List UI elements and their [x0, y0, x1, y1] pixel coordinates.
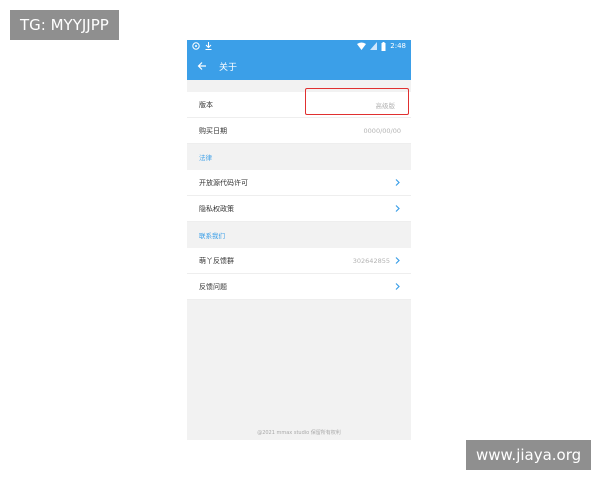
- signal-icon: [370, 41, 378, 51]
- list-item-open-source[interactable]: 开放源代码许可: [187, 170, 411, 196]
- list-item-report-issue[interactable]: 反馈问题: [187, 274, 411, 300]
- chevron-right-icon: [393, 282, 401, 292]
- open-source-label: 开放源代码许可: [199, 178, 248, 187]
- page-title: 关于: [219, 62, 238, 73]
- chevron-right-icon: [393, 204, 401, 214]
- screenshot-canvas: TG: MYYJJPP www.jiaya.org 2:48 关于 版本 高级版…: [0, 0, 600, 480]
- report-issue-label: 反馈问题: [199, 282, 227, 291]
- wifi-icon: [357, 41, 367, 51]
- status-time: 2:48: [390, 42, 406, 50]
- app-bar: 关于: [187, 52, 411, 80]
- purchase-date-label: 购买日期: [199, 126, 227, 135]
- copyright-footer: @2021 mmax studio 保留所有权利: [257, 430, 341, 436]
- list-item-feedback-group[interactable]: 萌丫反馈群 302642855: [187, 248, 411, 274]
- download-icon: [205, 41, 212, 51]
- arrow-left-icon[interactable]: [195, 59, 209, 73]
- privacy-policy-label: 隐私权政策: [199, 204, 234, 213]
- notification-icon: [192, 41, 200, 51]
- section-header-legal: 法律: [199, 154, 212, 162]
- highlight-box: [305, 88, 409, 115]
- watermark-bottom: www.jiaya.org: [466, 440, 592, 470]
- feedback-group-number: 302642855: [352, 256, 390, 265]
- chevron-right-icon: [393, 178, 401, 188]
- feedback-group-label: 萌丫反馈群: [199, 256, 234, 265]
- watermark-top: TG: MYYJJPP: [10, 10, 119, 40]
- purchase-date-row: 购买日期 0000/00/00: [187, 118, 411, 144]
- purchase-date-value: 0000/00/00: [363, 126, 401, 135]
- section-header-contact: 联系我们: [199, 232, 225, 240]
- battery-icon: [381, 41, 386, 51]
- phone-screen: 2:48 关于 版本 高级版 购买日期 0000/00/00 法律 开放源代码许…: [187, 40, 411, 440]
- list-item-privacy-policy[interactable]: 隐私权政策: [187, 196, 411, 222]
- version-row: 版本 高级版: [187, 88, 411, 118]
- chevron-right-icon: [393, 256, 401, 266]
- status-bar: 2:48: [187, 40, 411, 52]
